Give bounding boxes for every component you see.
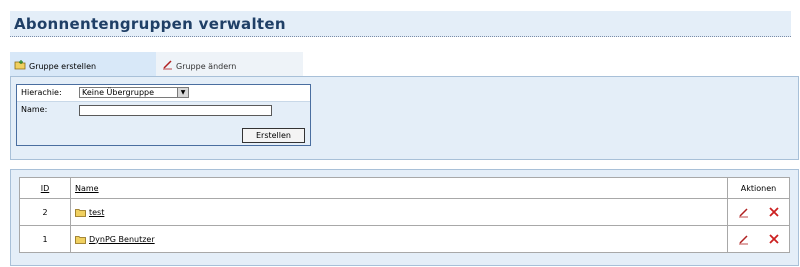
create-group-form: Hierachie: Keine Übergruppe ▼ Name: Erst… bbox=[16, 84, 311, 146]
row-actions bbox=[727, 198, 790, 226]
sort-id-link[interactable]: ID bbox=[41, 184, 50, 193]
delete-x-icon[interactable] bbox=[769, 234, 779, 244]
page-header: Abonnentengruppen verwalten bbox=[10, 11, 791, 37]
row-id: 2 bbox=[19, 198, 71, 226]
table-row: 1 DynPG Benutzer bbox=[19, 225, 790, 253]
group-name-link[interactable]: DynPG Benutzer bbox=[89, 235, 155, 244]
hierarchy-select[interactable]: Keine Übergruppe ▼ bbox=[79, 87, 189, 98]
folder-icon bbox=[75, 208, 86, 217]
tab-create-group-label: Gruppe erstellen bbox=[29, 61, 97, 71]
folder-new-icon bbox=[14, 59, 26, 70]
edit-pencil-icon[interactable] bbox=[738, 207, 749, 218]
table-row: 2 test bbox=[19, 198, 790, 226]
column-header-id[interactable]: ID bbox=[19, 177, 71, 199]
chevron-down-icon[interactable]: ▼ bbox=[177, 88, 188, 97]
group-table: ID Name Aktionen 2 test 1 DynPG Benutzer bbox=[19, 177, 790, 253]
name-label: Name: bbox=[21, 105, 48, 114]
row-name-cell: test bbox=[70, 198, 728, 226]
folder-icon bbox=[75, 235, 86, 244]
sort-name-link[interactable]: Name bbox=[75, 184, 99, 193]
hierarchy-label: Hierachie: bbox=[21, 88, 62, 97]
name-row: Name: bbox=[17, 102, 310, 118]
table-header-row: ID Name Aktionen bbox=[19, 177, 790, 199]
tab-edit-group-label: Gruppe ändern bbox=[176, 61, 237, 71]
edit-pencil-icon[interactable] bbox=[738, 234, 749, 245]
name-input[interactable] bbox=[79, 105, 272, 116]
create-button[interactable]: Erstellen bbox=[242, 128, 305, 143]
column-header-name[interactable]: Name bbox=[70, 177, 728, 199]
group-list-panel: ID Name Aktionen 2 test 1 DynPG Benutzer bbox=[10, 169, 799, 266]
column-header-actions: Aktionen bbox=[727, 177, 790, 199]
hierarchy-selected-value: Keine Übergruppe bbox=[82, 88, 155, 97]
pencil-icon bbox=[162, 59, 173, 70]
delete-x-icon[interactable] bbox=[769, 207, 779, 217]
hierarchy-row: Hierachie: Keine Übergruppe ▼ bbox=[17, 85, 310, 102]
row-id: 1 bbox=[19, 225, 71, 253]
row-actions bbox=[727, 225, 790, 253]
tab-create-group[interactable]: Gruppe erstellen bbox=[10, 52, 156, 76]
page-title: Abonnentengruppen verwalten bbox=[14, 15, 286, 33]
row-name-cell: DynPG Benutzer bbox=[70, 225, 728, 253]
actions-header-label: Aktionen bbox=[740, 183, 777, 193]
tab-edit-group[interactable]: Gruppe ändern bbox=[156, 52, 303, 76]
group-name-link[interactable]: test bbox=[89, 208, 104, 217]
create-group-panel: Hierachie: Keine Übergruppe ▼ Name: Erst… bbox=[10, 76, 799, 160]
